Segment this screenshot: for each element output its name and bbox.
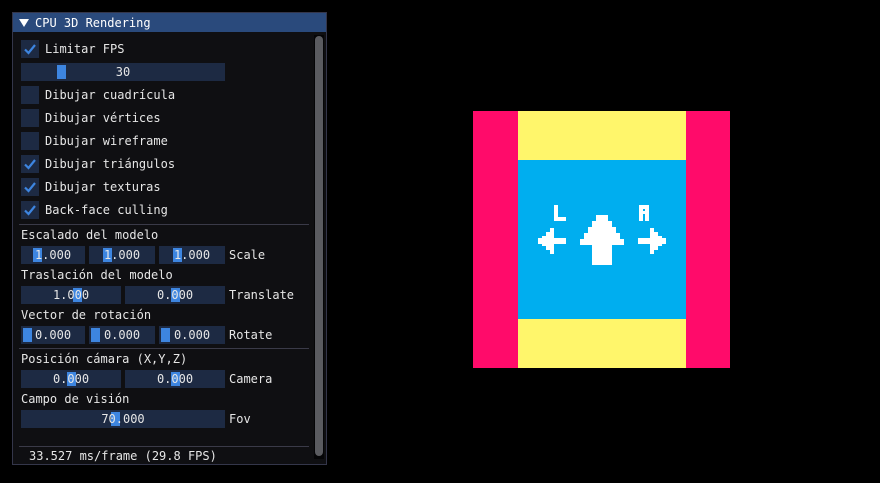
fov-slider[interactable]: 70.000 (21, 410, 225, 428)
camera-x-value: 0.000 (52, 372, 90, 386)
right-magenta-strip (686, 111, 730, 368)
rotate-label: Rotate (229, 328, 273, 342)
limit-fps-label: Limitar FPS (45, 42, 125, 56)
scale-label: Scale (229, 248, 266, 262)
window-title: CPU 3D Rendering (35, 15, 151, 30)
draw-grid-checkbox[interactable] (21, 86, 39, 104)
camera-y-value: 0.000 (156, 372, 194, 386)
camera-x-slider[interactable]: 0.000 (21, 370, 121, 388)
top-yellow-band (518, 111, 686, 160)
checkbox-draw-grid[interactable]: Dibujar cuadrícula (21, 86, 175, 104)
checkmark-icon (24, 44, 36, 55)
translate-x-value: 1.000 (52, 288, 90, 302)
rotate-z-slider[interactable]: 0.000 (159, 326, 225, 344)
fov-label: Fov (229, 412, 251, 426)
scale-heading: Escalado del modelo (21, 228, 159, 242)
rotate-x-slider[interactable]: 0.000 (21, 326, 85, 344)
translate-y-slider[interactable]: 0.000 (125, 286, 225, 304)
scale-y-slider[interactable]: 1.000 (89, 246, 155, 264)
frame-time-readout: 33.527 ms/frame (29.8 FPS) (29, 449, 217, 463)
checkmark-icon (24, 205, 36, 216)
checkmark-icon (24, 159, 36, 170)
translate-heading: Traslación del modelo (21, 268, 173, 282)
backface-culling-checkbox[interactable] (21, 201, 39, 219)
draw-grid-label: Dibujar cuadrícula (45, 88, 176, 102)
checkmark-icon (24, 182, 36, 193)
window-titlebar[interactable]: CPU 3D Rendering (13, 13, 326, 32)
checkbox-draw-vertices[interactable]: Dibujar vértices (21, 109, 161, 127)
camera-heading: Posición cámara (X,Y,Z) (21, 352, 188, 366)
fov-heading: Campo de visión (21, 392, 130, 406)
bottom-yellow-band (518, 319, 686, 368)
draw-wireframe-checkbox[interactable] (21, 132, 39, 150)
slider-grab[interactable] (57, 65, 66, 79)
left-magenta-strip (473, 111, 518, 368)
draw-vertices-label: Dibujar vértices (45, 111, 161, 125)
vertical-scrollbar[interactable] (314, 35, 324, 459)
fps-value: 30 (115, 65, 131, 79)
checkbox-limit-fps[interactable]: Limitar FPS (21, 40, 124, 58)
separator (19, 224, 309, 225)
scale-x-slider[interactable]: 1.000 (21, 246, 85, 264)
fps-slider[interactable]: 30 (21, 63, 225, 81)
camera-label: Camera (229, 372, 273, 386)
checkbox-draw-textures[interactable]: Dibujar texturas (21, 178, 161, 196)
scrollbar-thumb[interactable] (315, 36, 323, 456)
rotate-y-value: 0.000 (103, 328, 141, 342)
fov-value: 70.000 (101, 412, 145, 426)
draw-wireframe-label: Dibujar wireframe (45, 134, 168, 148)
separator (19, 348, 309, 349)
draw-vertices-checkbox[interactable] (21, 109, 39, 127)
scale-z-value: 1.000 (173, 248, 211, 262)
checkbox-backface-culling[interactable]: Back-face culling (21, 201, 168, 219)
translate-y-value: 0.000 (156, 288, 194, 302)
camera-y-slider[interactable]: 0.000 (125, 370, 225, 388)
rendered-texture (473, 111, 730, 368)
draw-textures-checkbox[interactable] (21, 178, 39, 196)
scale-z-slider[interactable]: 1.000 (159, 246, 225, 264)
checkbox-draw-triangles[interactable]: Dibujar triángulos (21, 155, 175, 173)
slider-grab[interactable] (161, 328, 170, 342)
limit-fps-checkbox[interactable] (21, 40, 39, 58)
backface-culling-label: Back-face culling (45, 203, 168, 217)
imgui-window: CPU 3D Rendering Limitar FPS 30 Dibujar … (12, 12, 327, 465)
slider-grab[interactable] (91, 328, 100, 342)
rotate-heading: Vector de rotación (21, 308, 152, 322)
rotate-y-slider[interactable]: 0.000 (89, 326, 155, 344)
rotate-z-value: 0.000 (173, 328, 211, 342)
render-viewport[interactable] (473, 111, 730, 368)
separator (19, 446, 309, 447)
checkbox-draw-wireframe[interactable]: Dibujar wireframe (21, 132, 168, 150)
draw-triangles-label: Dibujar triángulos (45, 157, 176, 171)
rotate-x-value: 0.000 (34, 328, 72, 342)
translate-x-slider[interactable]: 1.000 (21, 286, 121, 304)
scale-y-value: 1.000 (103, 248, 141, 262)
collapse-arrow-icon[interactable] (19, 18, 29, 27)
slider-grab[interactable] (23, 328, 32, 342)
draw-textures-label: Dibujar texturas (45, 180, 161, 194)
draw-triangles-checkbox[interactable] (21, 155, 39, 173)
translate-label: Translate (229, 288, 295, 302)
scale-x-value: 1.000 (34, 248, 72, 262)
